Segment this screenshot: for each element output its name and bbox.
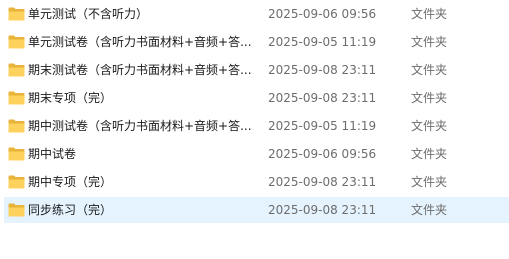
- file-name: 同步练习（完）: [28, 203, 113, 217]
- file-type: 文件夹: [411, 63, 448, 77]
- file-name: 期中试卷: [28, 147, 77, 161]
- folder-icon: [8, 63, 25, 77]
- file-modified-date: 2025-09-05 11:19: [268, 119, 377, 133]
- folder-row[interactable]: 单元测试（不含听力） 2025-09-06 09:56 文件夹: [4, 1, 509, 27]
- folder-row[interactable]: 期中专项（完） 2025-09-08 23:11 文件夹: [4, 169, 509, 195]
- folder-row[interactable]: 期末专项（完） 2025-09-08 23:11 文件夹: [4, 85, 509, 111]
- file-modified-date: 2025-09-08 23:11: [268, 175, 377, 189]
- file-name: 单元测试卷（含听力书面材料+音频+答...: [28, 35, 252, 49]
- file-modified-date: 2025-09-08 23:11: [268, 91, 377, 105]
- file-name: 单元测试（不含听力）: [28, 7, 149, 21]
- folder-icon: [8, 91, 25, 105]
- file-modified-date: 2025-09-05 11:19: [268, 35, 377, 49]
- folder-icon: [8, 175, 25, 189]
- folder-row[interactable]: 单元测试卷（含听力书面材料+音频+答... 2025-09-05 11:19 文…: [4, 29, 509, 55]
- file-type: 文件夹: [411, 35, 448, 49]
- file-type: 文件夹: [411, 91, 448, 105]
- folder-icon: [8, 7, 25, 21]
- folder-icon: [8, 119, 25, 133]
- folder-icon: [8, 147, 25, 161]
- folder-row[interactable]: 期末测试卷（含听力书面材料+音频+答... 2025-09-08 23:11 文…: [4, 57, 509, 83]
- file-name: 期中测试卷（含听力书面材料+音频+答...: [28, 119, 252, 133]
- folder-icon: [8, 203, 25, 217]
- file-type: 文件夹: [411, 147, 448, 161]
- file-modified-date: 2025-09-08 23:11: [268, 63, 377, 77]
- folder-icon: [8, 35, 25, 49]
- file-name: 期末测试卷（含听力书面材料+音频+答...: [28, 63, 252, 77]
- file-name: 期中专项（完）: [28, 175, 113, 189]
- file-modified-date: 2025-09-06 09:56: [268, 7, 377, 21]
- file-modified-date: 2025-09-08 23:11: [268, 203, 377, 217]
- file-modified-date: 2025-09-06 09:56: [268, 147, 377, 161]
- file-type: 文件夹: [411, 175, 448, 189]
- file-name: 期末专项（完）: [28, 91, 113, 105]
- file-type: 文件夹: [411, 7, 448, 21]
- folder-row[interactable]: 期中试卷 2025-09-06 09:56 文件夹: [4, 141, 509, 167]
- folder-row-selected[interactable]: 同步练习（完） 2025-09-08 23:11 文件夹: [4, 197, 509, 223]
- file-type: 文件夹: [411, 203, 448, 217]
- folder-row[interactable]: 期中测试卷（含听力书面材料+音频+答... 2025-09-05 11:19 文…: [4, 113, 509, 139]
- file-type: 文件夹: [411, 119, 448, 133]
